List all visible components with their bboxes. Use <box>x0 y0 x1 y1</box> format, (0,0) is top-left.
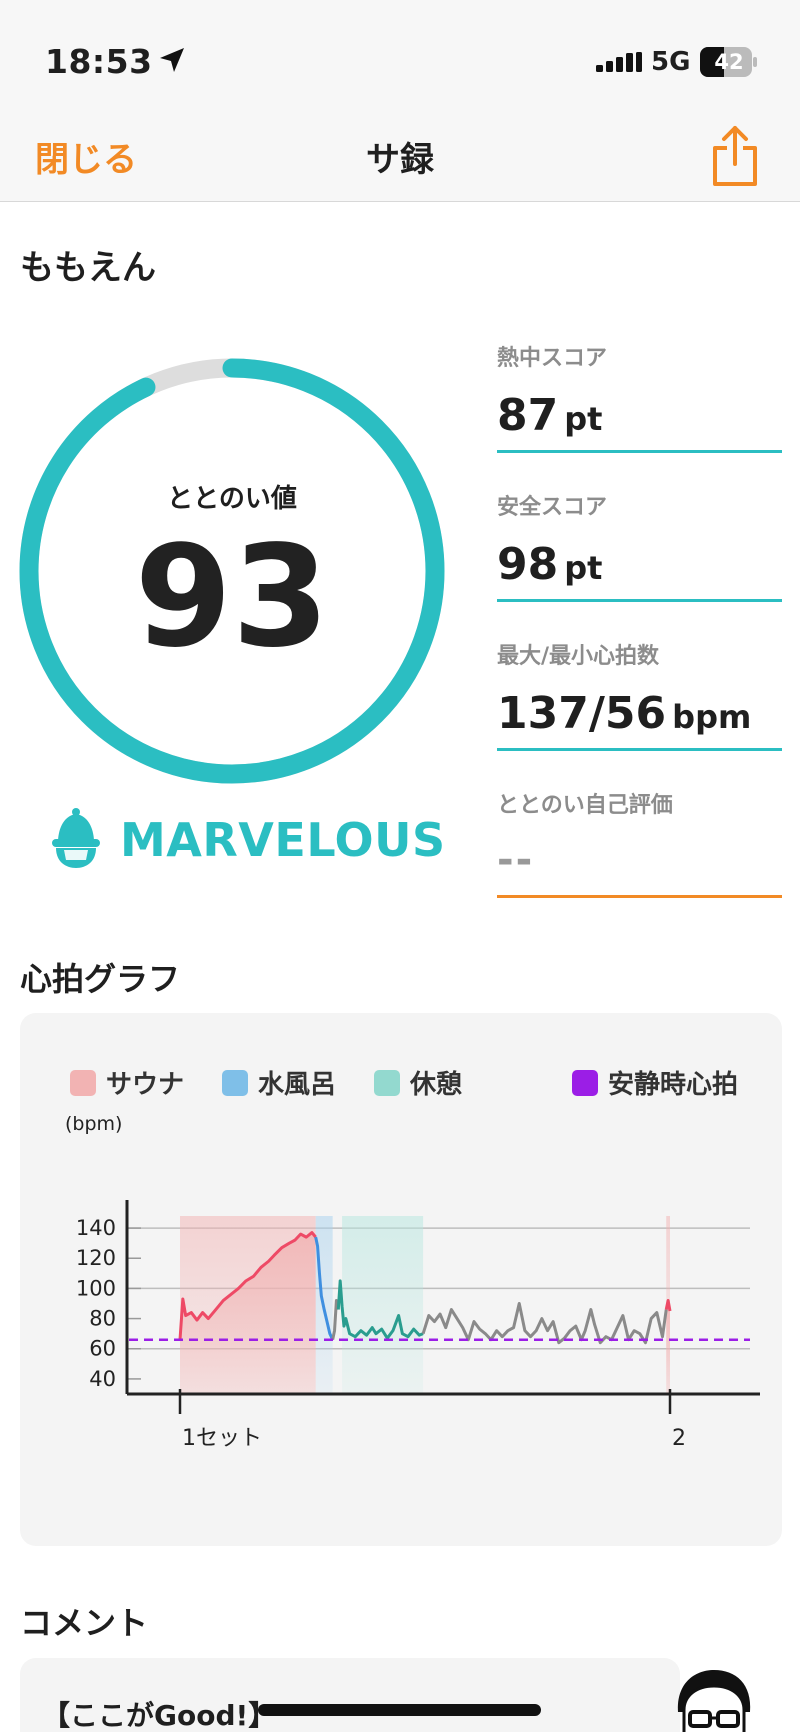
safety-score-unit: pt <box>564 549 603 587</box>
y-tick-label: 80 <box>89 1307 116 1331</box>
status-time: 18:53 <box>45 42 153 81</box>
legend-swatch <box>222 1069 248 1096</box>
series-line-other <box>421 1301 668 1345</box>
y-tick-label: 100 <box>76 1276 116 1300</box>
x-tick-label: 1セット <box>182 1426 262 1451</box>
heat-score-unit: pt <box>564 400 603 438</box>
heat-score-label: 熱中スコア <box>497 346 608 371</box>
status-bar: 18:53 5G 42 <box>0 0 800 110</box>
legend-label: 休憩 <box>410 1070 463 1100</box>
battery-level: 42 <box>714 50 744 74</box>
score-rank: MARVELOUS <box>120 813 446 867</box>
facility-name: ももえん <box>20 248 156 288</box>
comment-redacted-bar <box>258 1704 541 1716</box>
legend-label: 安静時心拍 <box>608 1070 739 1100</box>
y-tick-label: 40 <box>89 1367 116 1391</box>
legend-swatch <box>374 1069 400 1096</box>
self-evaluation-label: ととのい自己評価 <box>497 793 673 818</box>
network-type: 5G <box>651 47 691 77</box>
legend-water: 水風呂 <box>222 1064 336 1101</box>
heart-graph-title: 心拍グラフ <box>20 960 181 998</box>
legend-rest: 休憩 <box>374 1064 462 1101</box>
y-tick-label: 120 <box>76 1246 116 1270</box>
score-value: 93 <box>134 516 330 679</box>
heart-rate-chart: (bpm) 40 60 80 100 120 140 1セット 2 <box>65 1113 760 1451</box>
nav-bar: サ録 閉じる <box>0 110 800 202</box>
divider <box>497 748 782 751</box>
heat-score-value: 87 <box>497 390 559 441</box>
author-avatar <box>677 1670 751 1732</box>
cellular-signal-icon <box>596 52 642 72</box>
location-arrow-icon <box>160 48 184 72</box>
comment-heading: 【ここがGood!】 <box>42 1699 277 1732</box>
y-unit-label: (bpm) <box>65 1113 122 1135</box>
battery-icon: 42 <box>700 47 758 77</box>
safety-score-label: 安全スコア <box>497 495 608 520</box>
legend-resting-hr: 安静時心拍 <box>572 1064 738 1101</box>
heart-rate-value: 137/56 <box>497 688 667 739</box>
heart-rate-label: 最大/最小心拍数 <box>497 644 660 669</box>
legend-label: 水風呂 <box>258 1070 337 1100</box>
share-icon[interactable] <box>707 124 763 188</box>
divider <box>497 450 782 453</box>
divider <box>497 895 782 898</box>
divider <box>497 599 782 602</box>
y-tick-label: 140 <box>76 1216 116 1240</box>
self-evaluation[interactable]: ととのい自己評価 -- <box>497 787 782 898</box>
safety-score-value: 98 <box>497 539 559 590</box>
heart-rate-unit: bpm <box>672 698 752 736</box>
close-button[interactable]: 閉じる <box>35 132 137 181</box>
self-evaluation-value: -- <box>497 837 535 883</box>
legend-sauna: サウナ <box>70 1064 184 1101</box>
legend-swatch <box>572 1069 598 1096</box>
x-tick-label: 2 <box>672 1426 686 1451</box>
legend-swatch <box>70 1069 96 1096</box>
heat-score: 熱中スコア 87 pt <box>497 340 782 453</box>
comment-section-title: コメント <box>20 1604 149 1642</box>
legend-label: サウナ <box>106 1070 185 1100</box>
safety-score: 安全スコア 98 pt <box>497 489 782 602</box>
y-tick-label: 60 <box>89 1337 116 1361</box>
score-label: ととのい値 <box>167 484 297 514</box>
sauna-hat-icon <box>52 808 100 868</box>
phase-band-rest <box>342 1216 424 1394</box>
heart-rate-range: 最大/最小心拍数 137/56 bpm <box>497 638 782 751</box>
